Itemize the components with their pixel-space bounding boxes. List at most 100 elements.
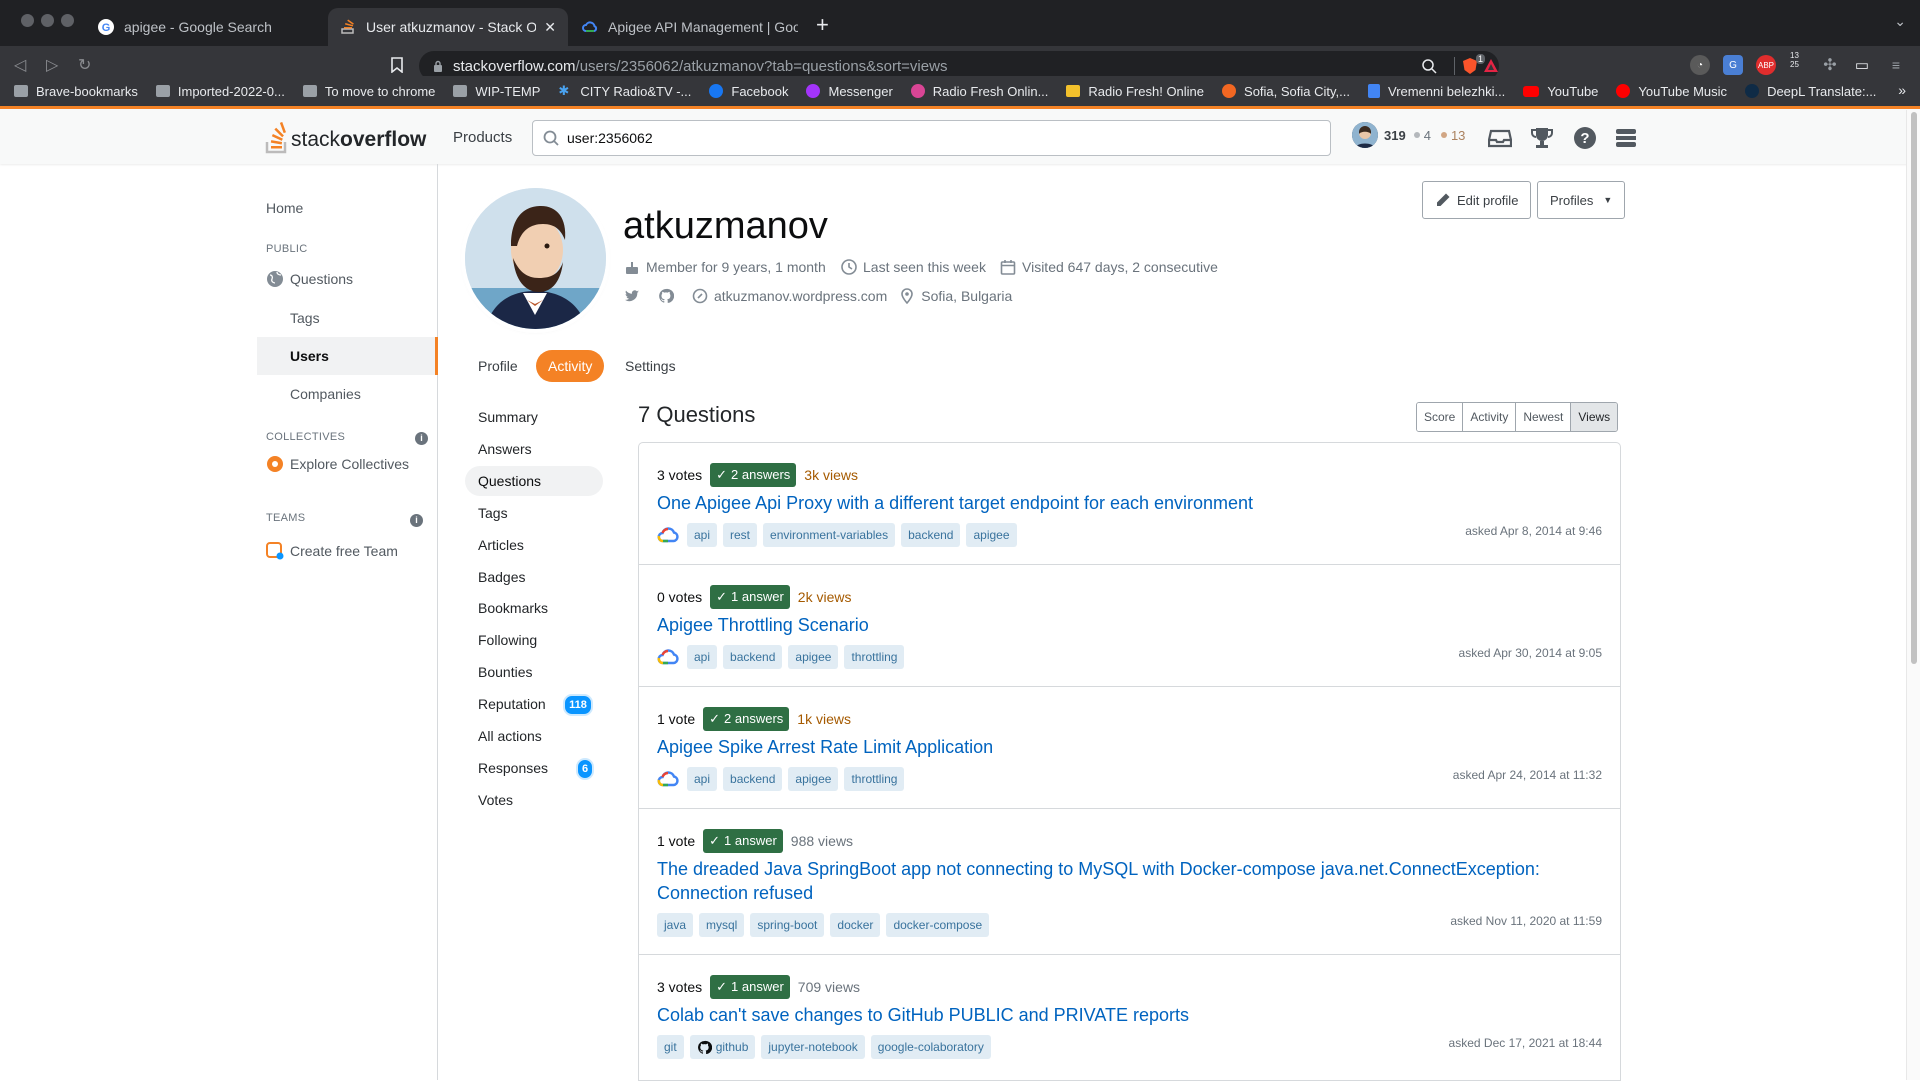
- asked-timestamp[interactable]: asked Apr 24, 2014 at 11:32: [1453, 768, 1602, 782]
- tag-apigee[interactable]: apigee: [788, 767, 839, 791]
- collectives-info-icon[interactable]: i: [415, 432, 428, 445]
- tag-throttling[interactable]: throttling: [844, 767, 905, 791]
- bookmark-item[interactable]: YouTube: [1523, 84, 1598, 99]
- github-icon[interactable]: [658, 288, 674, 304]
- activity-questions[interactable]: Questions: [465, 466, 603, 496]
- activity-answers[interactable]: Answers: [465, 434, 603, 464]
- question-title-link[interactable]: Apigee Spike Arrest Rate Limit Applicati…: [657, 735, 1602, 759]
- adblock-plus-icon[interactable]: ABP: [1756, 55, 1776, 75]
- question-title-link[interactable]: One Apigee Api Proxy with a different ta…: [657, 491, 1602, 515]
- tag-backend[interactable]: backend: [723, 767, 783, 791]
- tab-activity[interactable]: Activity: [536, 350, 605, 382]
- reload-icon[interactable]: ↻: [78, 55, 91, 75]
- bookmark-item[interactable]: Radio Fresh! Online: [1066, 84, 1204, 99]
- bookmark-item[interactable]: ✱ CITY Radio&TV -...: [558, 84, 691, 99]
- tag-api[interactable]: api: [687, 523, 718, 547]
- tag-google-colaboratory[interactable]: google-colaboratory: [870, 1035, 991, 1059]
- tag-backend[interactable]: backend: [723, 645, 783, 669]
- tag-api[interactable]: api: [687, 645, 718, 669]
- site-search-input[interactable]: user:2356062: [532, 120, 1331, 156]
- activity-tags[interactable]: Tags: [465, 498, 603, 528]
- sort-activity[interactable]: Activity: [1463, 403, 1517, 431]
- browser-menu-icon[interactable]: ≡: [1886, 55, 1906, 75]
- scrollbar-thumb[interactable]: [1911, 112, 1917, 664]
- activity-votes[interactable]: Votes: [465, 785, 603, 815]
- tag-apigee[interactable]: apigee: [966, 523, 1017, 547]
- asked-timestamp[interactable]: asked Apr 8, 2014 at 9:46: [1465, 524, 1602, 538]
- activity-articles[interactable]: Articles: [465, 530, 603, 560]
- nav-users[interactable]: Users: [257, 337, 438, 375]
- tag-docker-compose[interactable]: docker-compose: [886, 913, 990, 937]
- tag-backend[interactable]: backend: [901, 523, 961, 547]
- activity-bounties[interactable]: Bounties: [465, 657, 603, 687]
- bookmark-item[interactable]: Brave-bookmarks: [14, 84, 138, 99]
- tag-apigee[interactable]: apigee: [788, 645, 839, 669]
- tab-search-chevron-icon[interactable]: ⌄: [1894, 13, 1906, 30]
- window-zoom-button[interactable]: [61, 14, 74, 27]
- twitter-icon[interactable]: [624, 288, 640, 304]
- extension-counter-icon[interactable]: 13 25: [1790, 50, 1810, 70]
- bookmark-item[interactable]: Radio Fresh Onlin...: [910, 84, 1048, 99]
- tab-apigee[interactable]: Apigee API Management | Google C: [570, 8, 810, 46]
- window-close-button[interactable]: [21, 14, 34, 27]
- help-icon[interactable]: ?: [1573, 126, 1597, 150]
- nav-tags[interactable]: Tags: [290, 310, 320, 326]
- edit-profile-button[interactable]: Edit profile: [1422, 181, 1532, 219]
- bookmark-item[interactable]: YouTube Music: [1616, 84, 1727, 99]
- site-switcher-icon[interactable]: [1614, 126, 1638, 150]
- window-minimize-button[interactable]: [41, 14, 54, 27]
- inbox-icon[interactable]: [1488, 126, 1512, 150]
- tag-mysql[interactable]: mysql: [699, 913, 745, 937]
- tab-settings[interactable]: Settings: [613, 350, 688, 382]
- tag-docker[interactable]: docker: [830, 913, 881, 937]
- page-scrollbar[interactable]: [1906, 110, 1920, 1080]
- sort-views[interactable]: Views: [1571, 403, 1618, 431]
- tag-git[interactable]: git: [657, 1035, 684, 1059]
- activity-following[interactable]: Following: [465, 625, 603, 655]
- google-cloud-collective-icon[interactable]: [657, 526, 679, 544]
- asked-timestamp[interactable]: asked Dec 17, 2021 at 18:44: [1449, 1036, 1602, 1050]
- nav-create-team[interactable]: Create free Team: [266, 542, 398, 560]
- google-cloud-collective-icon[interactable]: [657, 770, 679, 788]
- question-title-link[interactable]: Colab can't save changes to GitHub PUBLI…: [657, 1003, 1602, 1027]
- extension-owl-icon[interactable]: ◔: [1690, 55, 1710, 75]
- bookmark-item[interactable]: WIP-TEMP: [453, 84, 540, 99]
- tag-spring-boot[interactable]: spring-boot: [750, 913, 825, 937]
- close-tab-icon[interactable]: ✕: [544, 19, 556, 36]
- achievements-trophy-icon[interactable]: [1530, 126, 1554, 150]
- profiles-dropdown[interactable]: Profiles ▼: [1537, 181, 1626, 219]
- tag-jupyter-notebook[interactable]: jupyter-notebook: [761, 1035, 865, 1059]
- tag-api[interactable]: api: [687, 767, 718, 791]
- teams-info-icon[interactable]: i: [410, 514, 423, 527]
- bookmark-item[interactable]: Vremenni belezhki...: [1368, 84, 1505, 99]
- question-title-link[interactable]: Apigee Throttling Scenario: [657, 613, 1602, 637]
- bookmarks-overflow-button[interactable]: »: [1898, 82, 1906, 98]
- translate-extension-icon[interactable]: G: [1723, 55, 1743, 75]
- nav-questions[interactable]: Questions: [266, 270, 353, 288]
- bookmark-page-icon[interactable]: [390, 57, 404, 73]
- google-cloud-collective-icon[interactable]: [657, 648, 679, 666]
- activity-all-actions[interactable]: All actions: [465, 721, 603, 751]
- tag-java[interactable]: java: [657, 913, 694, 937]
- activity-bookmarks[interactable]: Bookmarks: [465, 593, 603, 623]
- nav-explore-collectives[interactable]: Explore Collectives: [266, 455, 409, 473]
- back-icon[interactable]: ◁: [14, 55, 26, 75]
- bookmark-item[interactable]: To move to chrome: [302, 84, 435, 99]
- new-tab-button[interactable]: +: [816, 12, 829, 38]
- sort-score[interactable]: Score: [1417, 403, 1464, 431]
- bookmark-item[interactable]: Sofia, Sofia City,...: [1222, 84, 1350, 99]
- bookmark-item[interactable]: Messenger: [806, 84, 893, 99]
- question-title-link[interactable]: The dreaded Java SpringBoot app not conn…: [657, 857, 1602, 905]
- website-link[interactable]: atkuzmanov.wordpress.com: [714, 288, 887, 304]
- bookmark-item[interactable]: Facebook: [709, 84, 788, 99]
- tab-google-search[interactable]: G apigee - Google Search: [86, 8, 326, 46]
- activity-summary[interactable]: Summary: [465, 402, 603, 432]
- tag-rest[interactable]: rest: [723, 523, 758, 547]
- asked-timestamp[interactable]: asked Apr 30, 2014 at 9:05: [1459, 646, 1602, 660]
- bookmark-item[interactable]: Imported-2022-0...: [155, 84, 285, 99]
- tab-profile[interactable]: Profile: [466, 350, 530, 382]
- brave-rewards-icon[interactable]: [1483, 58, 1499, 74]
- nav-home[interactable]: Home: [266, 200, 303, 216]
- activity-badges[interactable]: Badges: [465, 562, 603, 592]
- tag-environment-variables[interactable]: environment-variables: [763, 523, 896, 547]
